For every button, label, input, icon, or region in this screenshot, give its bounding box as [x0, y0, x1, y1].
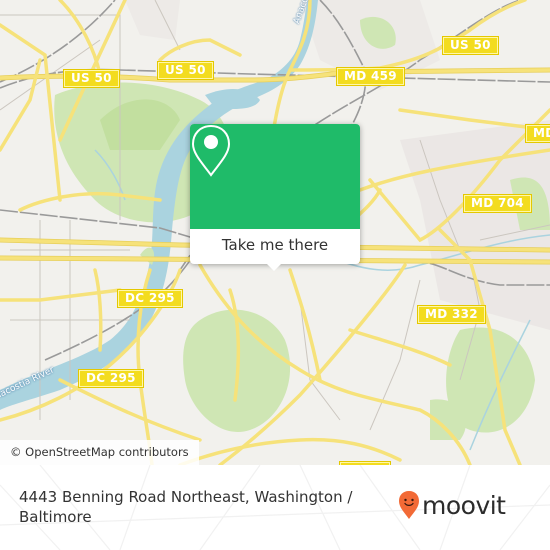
route-shield-dc295: DC 295 [117, 289, 183, 308]
popup-header [190, 124, 360, 229]
location-popup: Take me there [190, 124, 360, 271]
map-attribution[interactable]: © OpenStreetMap contributors [0, 440, 199, 465]
route-shield-md: MD [525, 124, 550, 143]
address-text: 4443 Benning Road Northeast, Washington … [19, 488, 353, 526]
take-me-there-button[interactable]: Take me there [190, 229, 360, 264]
location-pin-icon [191, 124, 231, 177]
moovit-logo[interactable]: moovit [398, 485, 506, 525]
route-shield-md704: MD 704 [463, 194, 532, 213]
moovit-pin-smile-icon [399, 491, 419, 519]
popup-pointer [267, 264, 281, 271]
route-shield-us50: US 50 [442, 36, 499, 55]
route-shield-us50: US 50 [157, 61, 214, 80]
route-shield-md332: MD 332 [417, 305, 486, 324]
brand-name: moovit [422, 490, 506, 520]
route-shield-us50: US 50 [63, 69, 120, 88]
route-shield-md459: MD 459 [336, 67, 405, 86]
footer: 4443 Benning Road Northeast, Washington … [0, 465, 550, 550]
route-shield-dc295: DC 295 [78, 369, 144, 388]
map-view[interactable]: US 50 US 50 US 50 MD 459 MD MD 704 MD 33… [0, 0, 550, 465]
